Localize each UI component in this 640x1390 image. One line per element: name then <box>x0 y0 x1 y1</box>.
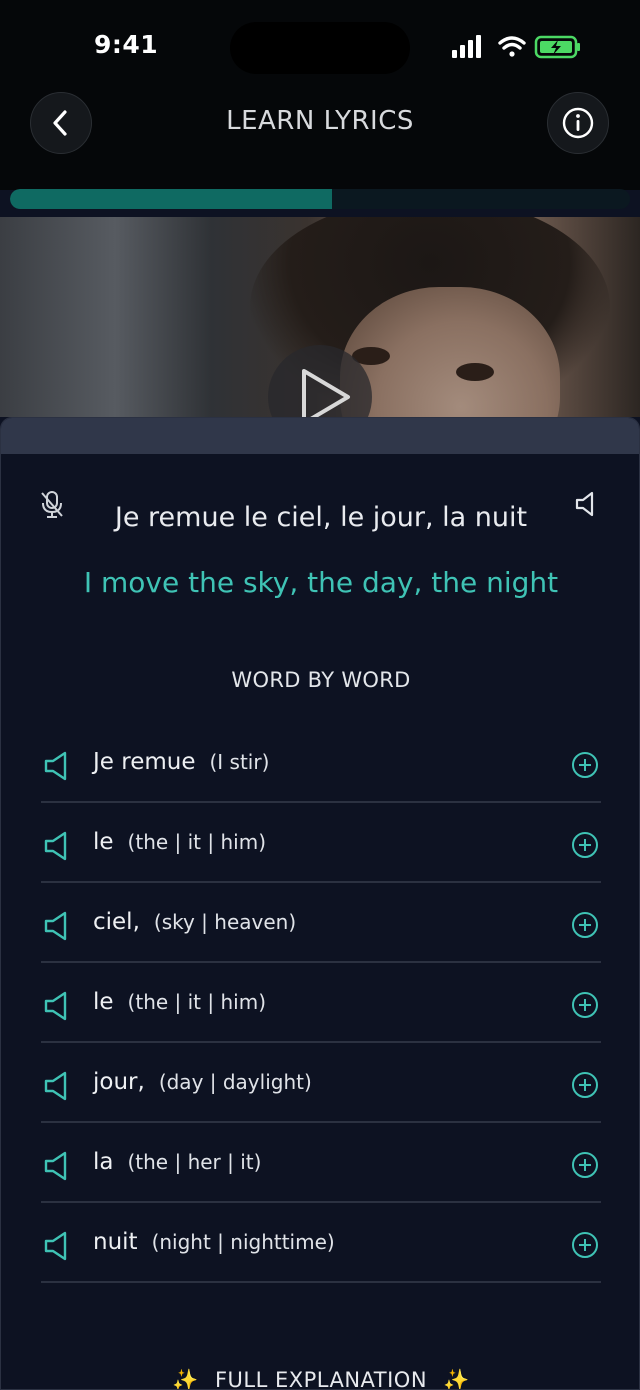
status-icons <box>452 34 582 60</box>
play-icon <box>302 369 350 417</box>
add-word-button[interactable] <box>571 1151 599 1183</box>
add-icon <box>572 1152 598 1178</box>
status-time: 9:41 <box>94 30 159 59</box>
word-text: ciel, <box>93 909 140 935</box>
word-audio-button[interactable] <box>43 1231 71 1265</box>
speaker-icon <box>575 491 594 517</box>
add-icon <box>572 912 598 938</box>
add-word-button[interactable] <box>571 751 599 783</box>
sheet-handle-bar <box>1 418 639 454</box>
add-icon <box>572 1072 598 1098</box>
info-icon <box>562 107 594 139</box>
word-audio-button[interactable] <box>43 1071 71 1105</box>
word-row: ciel, (sky | heaven) <box>41 883 601 963</box>
speaker-icon <box>44 751 67 781</box>
dynamic-island <box>230 22 410 74</box>
status-bar: 9:41 <box>0 0 640 90</box>
page-title: LEARN LYRICS <box>226 106 414 136</box>
word-meaning: (the | it | him) <box>127 830 266 854</box>
word-entry: ciel, (sky | heaven) <box>93 909 296 935</box>
speaker-icon <box>44 991 67 1021</box>
word-audio-button[interactable] <box>43 751 71 785</box>
word-text: le <box>93 829 114 855</box>
add-icon <box>572 992 598 1018</box>
play-button[interactable] <box>268 345 372 417</box>
word-row: nuit (night | nighttime) <box>41 1203 601 1283</box>
word-row: le (the | it | him) <box>41 803 601 883</box>
speaker-icon <box>44 1231 67 1261</box>
add-word-button[interactable] <box>571 911 599 943</box>
word-text: la <box>93 1149 114 1175</box>
add-word-button[interactable] <box>571 991 599 1023</box>
play-lyric-audio-button[interactable] <box>573 490 599 522</box>
word-entry: le (the | it | him) <box>93 829 266 855</box>
word-entry: nuit (night | nighttime) <box>93 1229 335 1255</box>
word-text: le <box>93 989 114 1015</box>
speaker-icon <box>44 1151 67 1181</box>
full-explanation-button[interactable]: ✨ FULL EXPLANATION ✨ <box>1 1368 639 1390</box>
word-audio-button[interactable] <box>43 911 71 945</box>
word-meaning: (day | daylight) <box>158 1070 312 1094</box>
lyrics-sheet: Je remue le ciel, le jour, la nuit I mov… <box>0 417 640 1390</box>
video-image-eye <box>456 363 494 381</box>
progress-bar <box>10 189 630 209</box>
wifi-icon <box>498 36 526 57</box>
word-row: la (the | her | it) <box>41 1123 601 1203</box>
word-audio-button[interactable] <box>43 1151 71 1185</box>
word-by-word-heading: WORD BY WORD <box>231 668 411 692</box>
word-meaning: (night | nighttime) <box>151 1230 335 1254</box>
word-entry: jour, (day | daylight) <box>93 1069 312 1095</box>
signal-icon <box>452 35 481 58</box>
add-word-button[interactable] <box>571 1071 599 1103</box>
word-entry: la (the | her | it) <box>93 1149 261 1175</box>
video-thumbnail[interactable] <box>0 217 640 417</box>
speaker-icon <box>44 1071 67 1101</box>
battery-icon <box>534 35 580 59</box>
word-meaning: (I stir) <box>209 750 270 774</box>
top-bar: 9:41 LEARN LYRICS <box>0 0 640 190</box>
word-audio-button[interactable] <box>43 991 71 1025</box>
add-icon <box>572 832 598 858</box>
progress-fill <box>10 189 333 209</box>
word-row: jour, (day | daylight) <box>41 1043 601 1123</box>
word-row: le (the | it | him) <box>41 963 601 1043</box>
word-audio-button[interactable] <box>43 831 71 865</box>
word-meaning: (the | her | it) <box>127 1150 262 1174</box>
word-text: nuit <box>93 1229 138 1255</box>
add-word-button[interactable] <box>571 831 599 863</box>
word-row: Je remue (I stir) <box>41 723 601 803</box>
full-explanation-label: FULL EXPLANATION <box>214 1368 428 1390</box>
add-icon <box>572 752 598 778</box>
word-entry: Je remue (I stir) <box>93 749 269 775</box>
sparkle-icon: ✨ <box>172 1368 199 1390</box>
speaker-icon <box>44 831 67 861</box>
word-list: Je remue (I stir) le (the | it | him) ciel, (… <box>41 723 601 1283</box>
sparkle-icon: ✨ <box>443 1368 470 1390</box>
add-icon <box>572 1232 598 1258</box>
word-meaning: (the | it | him) <box>127 990 266 1014</box>
lyric-translation: I move the sky, the day, the night <box>83 566 559 599</box>
lyric-original: Je remue le ciel, le jour, la nuit <box>114 502 528 533</box>
word-text: Je remue <box>93 749 196 775</box>
speaker-icon <box>44 911 67 941</box>
word-meaning: (sky | heaven) <box>153 910 297 934</box>
word-entry: le (the | it | him) <box>93 989 266 1015</box>
word-text: jour, <box>93 1069 145 1095</box>
info-button[interactable] <box>547 92 609 154</box>
add-word-button[interactable] <box>571 1231 599 1263</box>
